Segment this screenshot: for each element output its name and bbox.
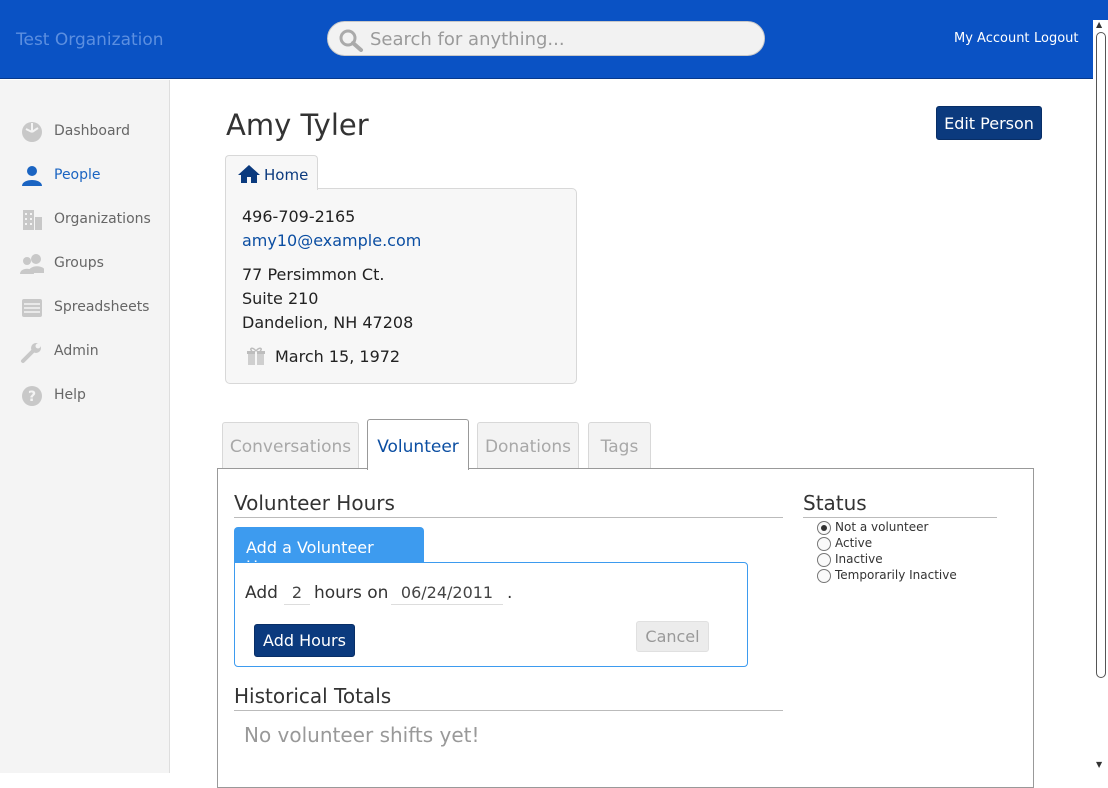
historical-totals-title: Historical Totals	[234, 684, 392, 708]
section-divider	[234, 710, 783, 711]
vertical-scrollbar[interactable]: ▲ ▼	[1093, 20, 1108, 773]
empty-state-message: No volunteer shifts yet!	[244, 723, 480, 747]
volunteer-hours-title: Volunteer Hours	[234, 491, 395, 515]
tab-label: Tags	[600, 437, 639, 457]
sidebar-item-label: Admin	[54, 343, 99, 359]
radio-label: Inactive	[835, 552, 883, 566]
cancel-button[interactable]: Cancel	[636, 621, 709, 652]
logout-link[interactable]: Logout	[1034, 31, 1079, 46]
status-title: Status	[803, 491, 867, 515]
add-hours-form: Add hours on . Add Hours Cancel	[234, 562, 748, 667]
sidebar-item-organizations[interactable]: Organizations	[16, 205, 166, 235]
radio-label: Temporarily Inactive	[835, 568, 957, 582]
radio-button[interactable]	[817, 521, 831, 535]
tab-volunteer[interactable]: Volunteer	[367, 419, 469, 470]
sidebar-item-label: Dashboard	[54, 123, 130, 139]
period-text: .	[507, 583, 513, 603]
wrench-icon	[21, 343, 41, 363]
my-account-link[interactable]: My Account	[954, 31, 1030, 46]
date-input[interactable]	[391, 581, 503, 605]
radio-button[interactable]	[817, 537, 831, 551]
phone-number: 496-709-2165	[242, 207, 356, 226]
dashboard-icon	[22, 122, 42, 142]
section-divider	[234, 517, 783, 518]
person-icon	[22, 166, 42, 186]
sidebar-item-admin[interactable]: Admin	[16, 337, 166, 367]
radio-label: Active	[835, 536, 873, 550]
address-line-2: Suite 210	[242, 289, 319, 308]
tab-home[interactable]: Home	[225, 155, 318, 190]
hours-input[interactable]	[284, 581, 310, 605]
add-text: Add	[245, 583, 278, 603]
add-volunteer-hours-tab[interactable]: Add a Volunteer Hours	[234, 527, 424, 576]
email-link[interactable]: amy10@example.com	[242, 231, 421, 250]
sidebar-item-dashboard[interactable]: Dashboard	[16, 117, 166, 147]
svg-text:?: ?	[28, 389, 36, 405]
add-hours-button[interactable]: Add Hours	[254, 624, 355, 657]
page-title: Amy Tyler	[226, 108, 369, 142]
group-icon	[20, 254, 44, 274]
scroll-down-arrow-icon[interactable]: ▼	[1096, 760, 1102, 769]
tab-label: Volunteer	[377, 437, 459, 457]
radio-label: Not a volunteer	[835, 520, 929, 534]
org-name-link[interactable]: Test Organization	[16, 30, 164, 50]
help-icon: ?	[22, 386, 42, 406]
tab-tags[interactable]: Tags	[588, 422, 651, 469]
scrollbar-thumb[interactable]	[1096, 32, 1106, 678]
address-line-3: Dandelion, NH 47208	[242, 313, 414, 332]
tab-label: Donations	[484, 437, 572, 457]
sidebar-item-people[interactable]: People	[16, 161, 166, 191]
birthday: March 15, 1972	[275, 347, 401, 366]
building-icon	[23, 210, 42, 230]
top-header: Test Organization My Account Logout	[0, 0, 1108, 79]
home-icon	[238, 165, 260, 183]
sidebar-item-groups[interactable]: Groups	[16, 249, 166, 279]
radio-button[interactable]	[817, 553, 831, 567]
edit-person-button[interactable]: Edit Person	[936, 106, 1042, 140]
gift-icon	[247, 347, 265, 365]
sidebar-item-label: Groups	[54, 255, 104, 271]
sidebar-item-spreadsheets[interactable]: Spreadsheets	[16, 293, 166, 323]
section-divider	[803, 517, 997, 518]
tab-label: Conversations	[229, 437, 352, 457]
sidebar: Dashboard People Organizations Groups Sp…	[0, 80, 170, 773]
sidebar-item-label: People	[54, 167, 101, 183]
radio-button[interactable]	[817, 569, 831, 583]
search-icon	[339, 29, 363, 52]
sidebar-item-label: Spreadsheets	[54, 299, 150, 315]
tab-donations[interactable]: Donations	[477, 422, 579, 469]
tab-home-label: Home	[264, 166, 309, 184]
sidebar-item-label: Help	[54, 387, 86, 403]
sidebar-item-help[interactable]: ? Help	[16, 381, 166, 411]
search-input[interactable]	[370, 26, 750, 52]
search-box[interactable]	[327, 21, 765, 56]
address-line-1: 77 Persimmon Ct.	[242, 265, 385, 284]
spreadsheet-icon	[22, 299, 42, 317]
contact-card: 496-709-2165 amy10@example.com 77 Persim…	[225, 188, 577, 384]
tab-conversations[interactable]: Conversations	[222, 422, 359, 469]
scroll-up-arrow-icon[interactable]: ▲	[1096, 20, 1102, 29]
sidebar-item-label: Organizations	[54, 211, 151, 227]
hours-on-text: hours on	[314, 583, 389, 603]
